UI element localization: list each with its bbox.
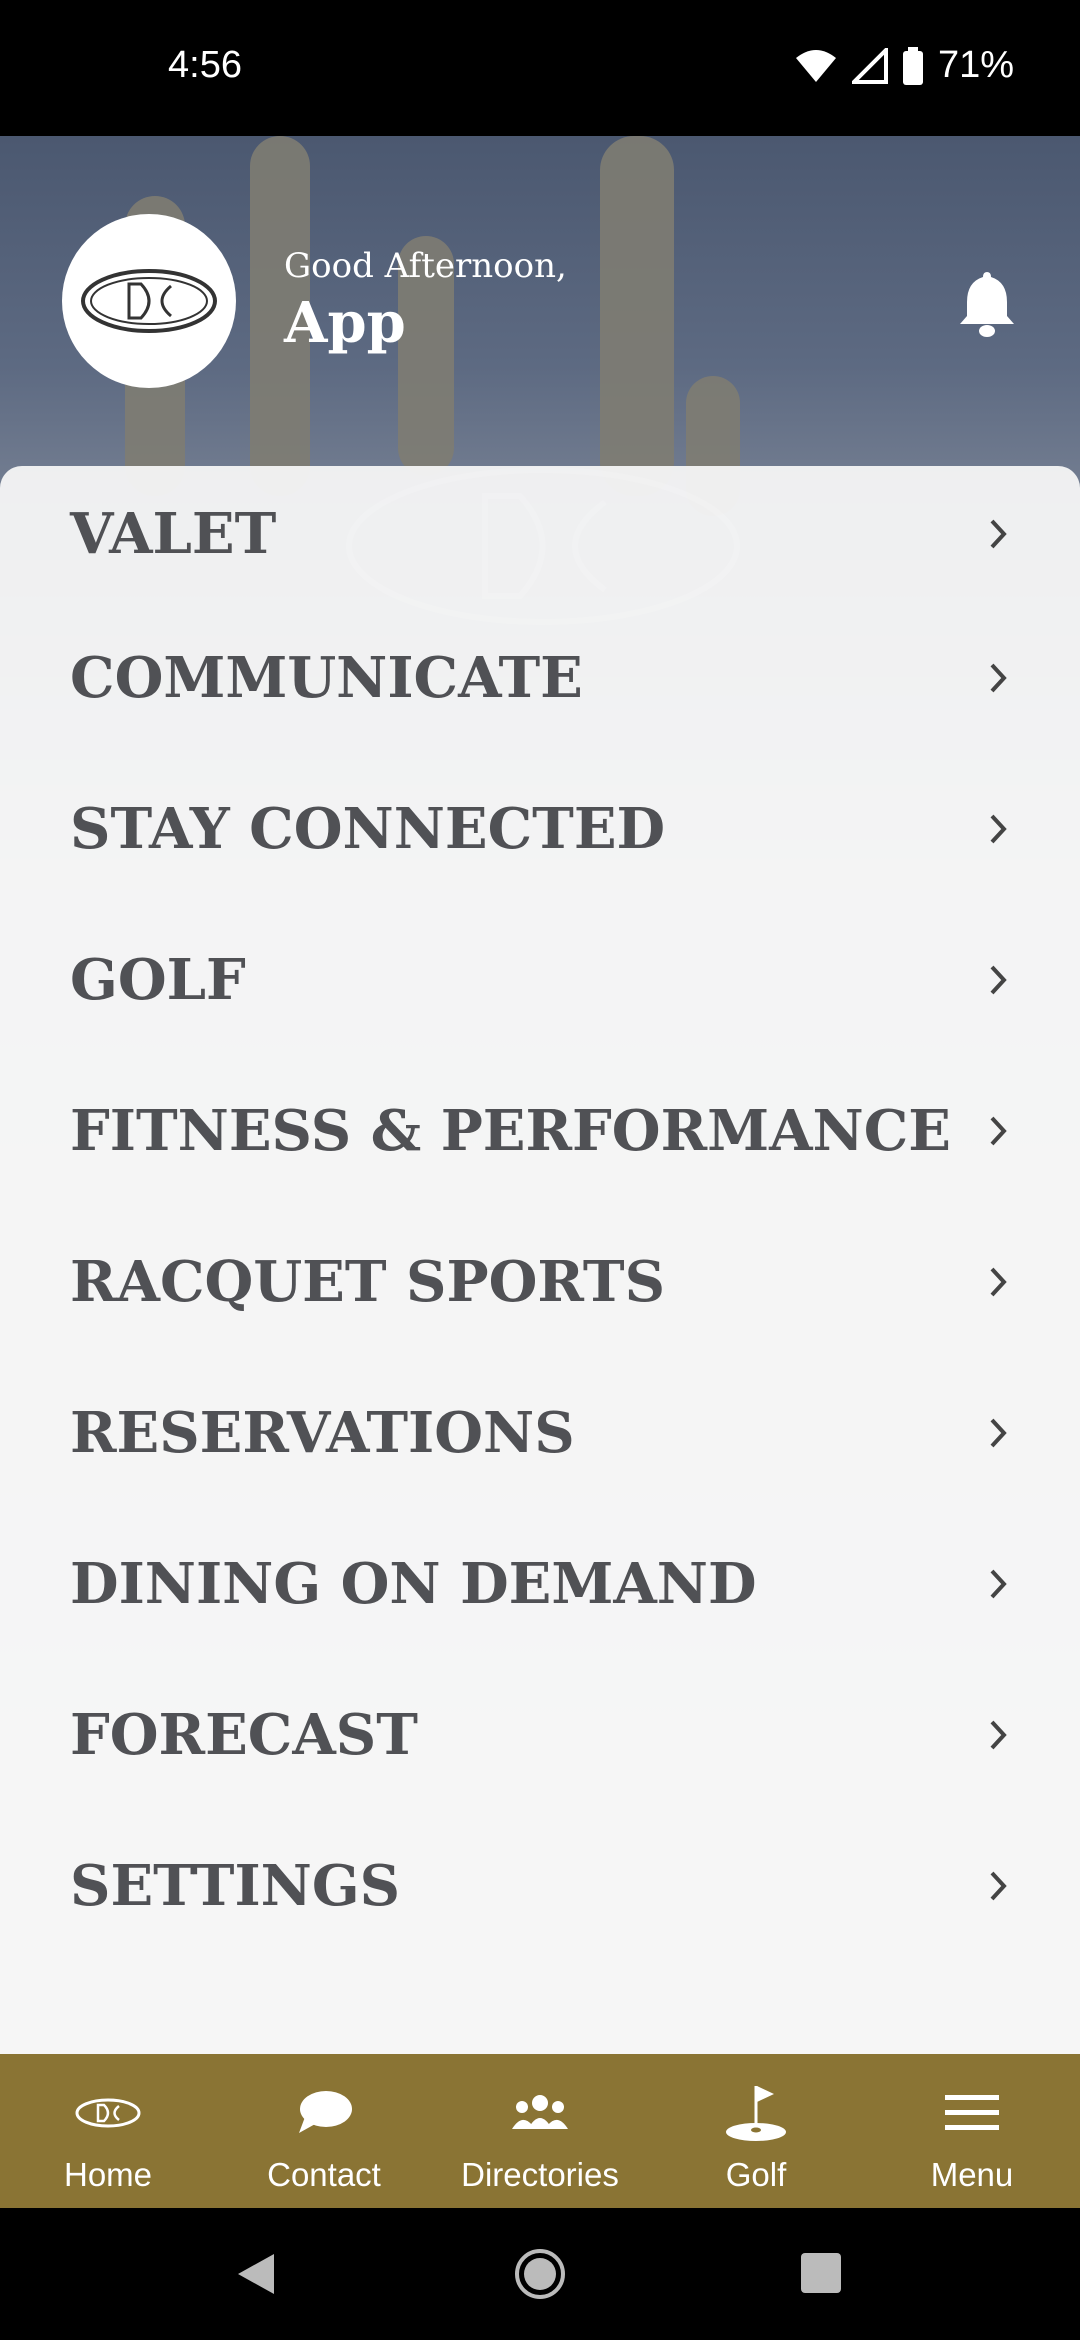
menu-item-label: STAY CONNECTED — [70, 795, 666, 862]
menu-item-golf[interactable]: GOLF — [0, 904, 1080, 1055]
menu-item-valet[interactable]: VALET — [0, 466, 1080, 602]
nav-menu[interactable]: Menu — [864, 2054, 1080, 2208]
chevron-right-icon — [990, 1720, 1007, 1749]
nav-label: Contact — [267, 2156, 381, 2193]
menu-item-communicate[interactable]: COMMUNICATE — [0, 602, 1080, 753]
battery-percent: 71% — [937, 44, 1014, 86]
menu-item-label: GOLF — [70, 946, 246, 1013]
chevron-right-icon — [990, 1418, 1007, 1447]
status-bar: 4:56 71% — [0, 0, 1080, 136]
menu-list: VALET COMMUNICATE STAY CONNECTED GOLF FI… — [0, 466, 1080, 1961]
battery-icon — [902, 46, 923, 85]
back-icon[interactable] — [234, 2250, 278, 2298]
club-logo-avatar — [62, 214, 236, 388]
chevron-right-icon — [990, 1116, 1007, 1145]
chat-bubble-icon — [299, 2091, 352, 2133]
status-icons: 71% — [794, 44, 1014, 87]
username-text: App — [284, 290, 406, 356]
chevron-right-icon — [990, 1267, 1007, 1296]
hamburger-menu-icon — [945, 2095, 999, 2130]
club-logo-icon — [75, 2098, 141, 2128]
nav-contact[interactable]: Contact — [216, 2054, 432, 2208]
notification-bell-icon[interactable] — [956, 268, 1018, 338]
nav-label: Menu — [930, 2156, 1014, 2193]
nav-label: Directories — [461, 2156, 619, 2193]
club-logo-icon — [81, 269, 217, 333]
menu-item-stay-connected[interactable]: STAY CONNECTED — [0, 753, 1080, 904]
nav-label: Home — [63, 2156, 153, 2193]
people-icon — [512, 2095, 568, 2129]
greeting-text: Good Afternoon, — [284, 246, 567, 286]
menu-item-settings[interactable]: SETTINGS — [0, 1810, 1080, 1961]
menu-item-label: FITNESS & PERFORMANCE — [70, 1097, 951, 1164]
menu-item-fitness-performance[interactable]: FITNESS & PERFORMANCE — [0, 1055, 1080, 1206]
nav-home[interactable]: Home — [0, 2054, 216, 2208]
wifi-icon — [795, 49, 836, 82]
home-circle-icon[interactable] — [514, 2248, 566, 2300]
main-menu-panel: VALET COMMUNICATE STAY CONNECTED GOLF FI… — [0, 466, 1080, 2054]
chevron-right-icon — [990, 814, 1007, 843]
cactus-decoration — [600, 136, 674, 496]
menu-item-forecast[interactable]: FORECAST — [0, 1659, 1080, 1810]
menu-item-label: VALET — [70, 501, 277, 567]
bottom-nav-bar: Home Contact Directories Golf Menu — [0, 2054, 1080, 2208]
chevron-right-icon — [990, 519, 1007, 549]
chevron-right-icon — [990, 1569, 1007, 1598]
menu-item-label: RESERVATIONS — [70, 1399, 575, 1466]
chevron-right-icon — [990, 965, 1007, 994]
menu-item-label: DINING ON DEMAND — [70, 1550, 757, 1617]
nav-label: Golf — [725, 2156, 787, 2193]
recents-icon[interactable] — [800, 2252, 842, 2294]
system-nav-bar — [0, 2208, 1080, 2340]
menu-item-label: SETTINGS — [70, 1852, 401, 1919]
menu-item-dining-on-demand[interactable]: DINING ON DEMAND — [0, 1508, 1080, 1659]
menu-item-label: FORECAST — [70, 1701, 418, 1768]
golf-flag-icon — [726, 2086, 786, 2141]
menu-item-reservations[interactable]: RESERVATIONS — [0, 1357, 1080, 1508]
menu-item-label: COMMUNICATE — [70, 644, 583, 711]
menu-item-racquet-sports[interactable]: RACQUET SPORTS — [0, 1206, 1080, 1357]
nav-golf[interactable]: Golf — [648, 2054, 864, 2208]
cellular-signal-icon — [851, 47, 888, 84]
nav-directories[interactable]: Directories — [432, 2054, 648, 2208]
chevron-right-icon — [990, 663, 1007, 692]
status-time: 4:56 — [168, 44, 242, 86]
menu-item-label: RACQUET SPORTS — [70, 1248, 666, 1315]
chevron-right-icon — [990, 1871, 1007, 1900]
